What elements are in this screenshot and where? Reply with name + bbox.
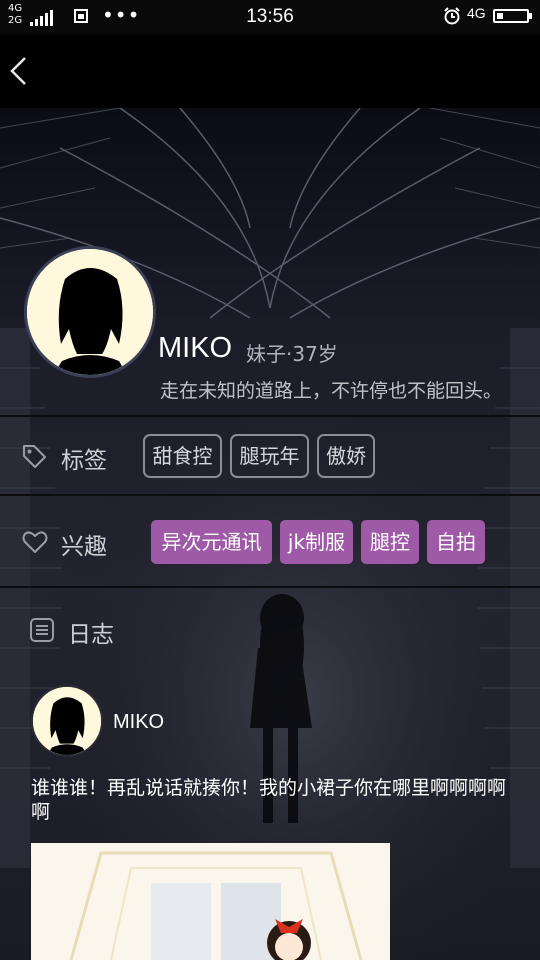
divider <box>0 494 540 496</box>
tag-chip[interactable]: 傲娇 <box>317 434 375 478</box>
interest-chip[interactable]: 腿控 <box>361 520 419 564</box>
tags-title: 标签 <box>61 448 107 474</box>
avatar-silhouette-icon <box>27 249 153 375</box>
profile-avatar[interactable] <box>24 246 156 378</box>
back-arrow-icon[interactable] <box>8 56 30 86</box>
battery-tip <box>529 13 532 19</box>
interests-title: 兴趣 <box>61 534 107 560</box>
mobile-data-label: 4G <box>467 5 486 21</box>
post-text: 谁谁谁！再乱说话就揍你！我的小裙子你在哪里啊啊啊啊啊 <box>31 777 507 823</box>
post-author-avatar[interactable] <box>31 685 103 757</box>
interest-chip[interactable]: 自拍 <box>427 520 485 564</box>
profile-name: MIKO <box>158 332 233 364</box>
profile-gender-age: 妹子·37岁 <box>246 342 338 366</box>
interest-chip[interactable]: jk制服 <box>280 520 353 564</box>
top-bar <box>0 34 540 108</box>
heart-icon <box>22 531 48 553</box>
tag-chip[interactable]: 腿玩年 <box>230 434 309 478</box>
post-illustration <box>31 843 390 960</box>
status-bar: 4G 2G ••• 13:56 4G <box>0 0 540 34</box>
profile-bio: 走在未知的道路上，不许停也不能回头。 <box>160 380 503 402</box>
divider <box>0 415 540 417</box>
battery-icon <box>493 9 529 23</box>
divider <box>0 586 540 588</box>
post-author-name[interactable]: MIKO <box>113 711 164 734</box>
alarm-icon <box>444 7 460 25</box>
diary-icon <box>30 618 54 642</box>
tag-chip[interactable]: 甜食控 <box>143 434 222 478</box>
avatar-silhouette-icon <box>33 687 101 755</box>
interest-chip[interactable]: 异次元通讯 <box>151 520 272 564</box>
diary-title: 日志 <box>68 622 114 648</box>
tag-icon <box>23 445 46 468</box>
post-image[interactable] <box>31 843 390 960</box>
